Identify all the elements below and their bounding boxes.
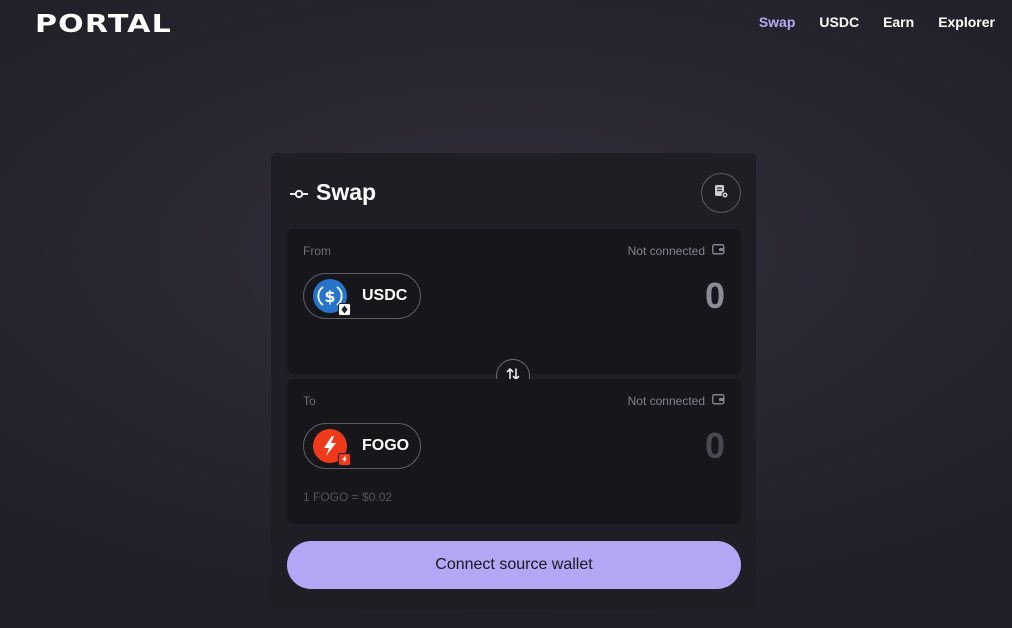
wallet-icon: [712, 243, 725, 258]
to-status-text: Not connected: [627, 393, 705, 408]
transaction-settings-button[interactable]: [701, 173, 741, 213]
main-nav: Swap USDC Earn Explorer: [759, 14, 995, 30]
to-token-selector[interactable]: FOGO: [303, 423, 421, 469]
from-wallet-status[interactable]: Not connected: [628, 243, 725, 258]
chain-badge-icon: [338, 303, 351, 316]
from-label: From: [303, 244, 331, 258]
receipt-settings-icon: [713, 183, 729, 204]
connect-source-wallet-button[interactable]: Connect source wallet: [287, 541, 741, 589]
nav-usdc[interactable]: USDC: [819, 14, 859, 30]
nav-earn[interactable]: Earn: [883, 14, 914, 30]
from-panel: From Not connected $ USDC 0: [287, 229, 741, 374]
fogo-logo: [313, 429, 351, 466]
svg-text:$: $: [324, 287, 335, 306]
from-amount[interactable]: 0: [705, 275, 725, 317]
to-token-name: FOGO: [362, 437, 410, 454]
to-panel: To Not connected FOGO 0 1 FOGO = $0.02: [287, 379, 741, 524]
usdc-logo: $: [313, 279, 351, 316]
nav-swap[interactable]: Swap: [759, 14, 796, 30]
top-header: PORTAL Swap USDC Earn Explorer: [0, 0, 1012, 44]
chain-badge-icon: [338, 453, 351, 466]
exchange-rate: 1 FOGO = $0.02: [303, 490, 393, 504]
from-token-name: USDC: [362, 287, 408, 304]
swap-title: Swap: [290, 179, 376, 206]
to-wallet-status[interactable]: Not connected: [628, 393, 725, 408]
portal-logo[interactable]: PORTAL: [35, 9, 172, 38]
commit-icon: [290, 179, 308, 206]
from-status-text: Not connected: [627, 243, 705, 258]
from-token-selector[interactable]: $ USDC: [303, 273, 421, 319]
to-amount: 0: [704, 425, 725, 466]
to-label: To: [303, 394, 316, 408]
nav-explorer[interactable]: Explorer: [938, 14, 995, 30]
wallet-icon: [712, 393, 725, 408]
swap-title-text: Swap: [316, 179, 377, 205]
swap-card: Swap From Not connected $ USDC 0 To Not …: [271, 153, 756, 609]
